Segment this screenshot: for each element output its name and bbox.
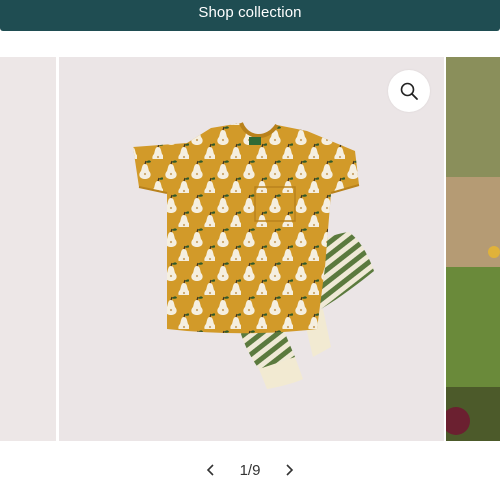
product-gallery[interactable] [0,57,500,441]
magnifier-icon [400,82,418,100]
previous-image-button[interactable] [196,455,226,485]
chevron-left-icon [206,464,214,476]
gallery-pagination: 1/9 [0,455,500,485]
product-image [133,122,374,389]
previous-slide-peek[interactable] [0,57,56,441]
chevron-right-icon [286,464,294,476]
shop-collection-label: Shop collection [198,4,302,21]
next-image-button[interactable] [274,455,304,485]
shop-collection-button[interactable]: Shop collection [0,0,500,31]
zoom-button[interactable] [388,70,430,112]
next-slide-peek[interactable] [446,57,500,441]
slide-counter: 1/9 [239,461,261,479]
next-slide-image [446,57,500,441]
product-image-slide[interactable] [59,57,444,441]
